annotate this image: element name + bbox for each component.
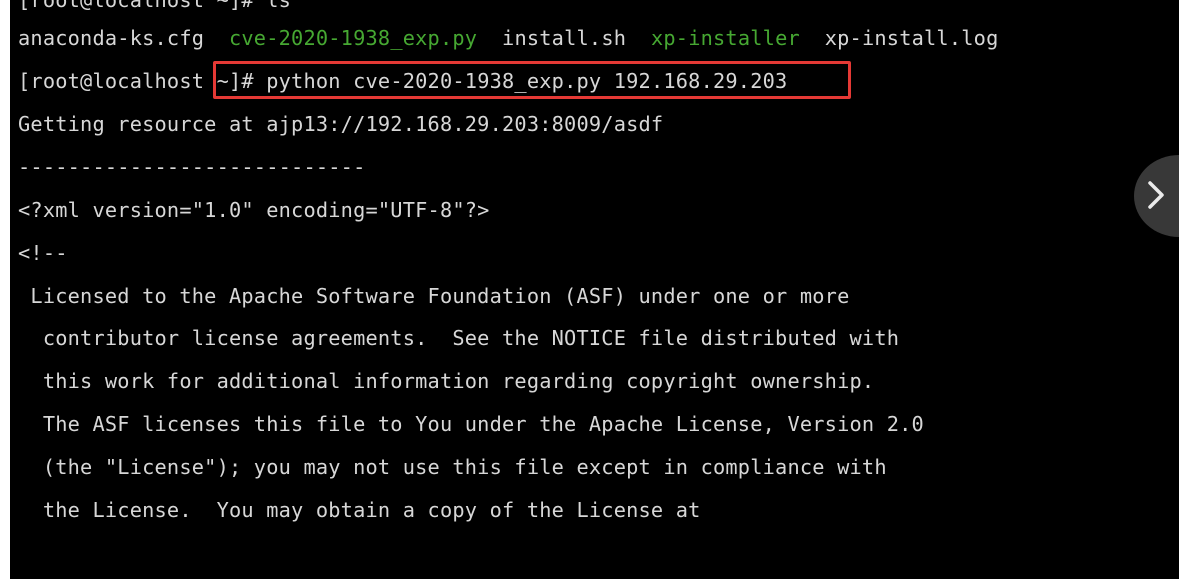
output-line-comment-open: <!-- — [18, 241, 68, 265]
output-line-separator: ---------------------------- — [18, 155, 366, 179]
command-highlight-box — [213, 61, 851, 99]
file-anaconda: anaconda-ks.cfg — [18, 26, 205, 50]
output-line-xml-declaration: <?xml version="1.0" encoding="UTF-8"?> — [18, 198, 490, 222]
file-cve-exploit: cve-2020-1938_exp.py — [228, 26, 478, 50]
output-line-license-2: contributor license agreements. See the … — [18, 326, 900, 350]
file-xp-install-log: xp-install.log — [824, 26, 999, 50]
output-line-license-1: Licensed to the Apache Software Foundati… — [18, 284, 850, 308]
output-line-getting-resource: Getting resource at ajp13://192.168.29.2… — [18, 112, 664, 136]
output-line-license-3: this work for additional information reg… — [18, 369, 875, 393]
output-line-license-5: (the "License"); you may not use this fi… — [18, 455, 887, 479]
terminal-window[interactable]: [root@localhost ~]# ls anaconda-ks.cfg c… — [10, 0, 1179, 579]
partial-previous-line: [root@localhost ~]# ls — [18, 0, 292, 12]
ls-output-line: anaconda-ks.cfg cve-2020-1938_exp.py ins… — [18, 26, 998, 50]
file-install-sh: install.sh — [502, 26, 627, 50]
file-xp-installer: xp-installer — [650, 26, 800, 50]
output-line-license-4: The ASF licenses this file to You under … — [18, 412, 924, 436]
output-line-license-6: the License. You may obtain a copy of th… — [18, 498, 701, 522]
chevron-right-icon — [1148, 181, 1164, 209]
